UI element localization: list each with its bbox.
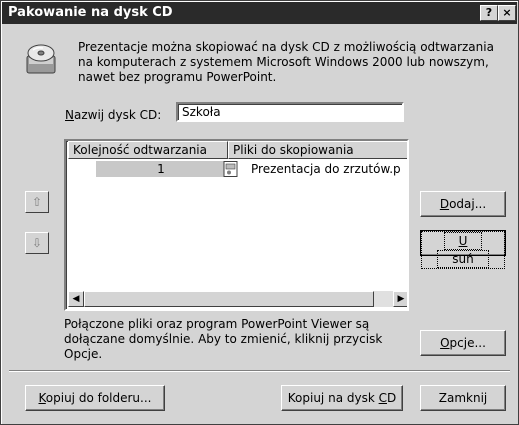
scroll-left-icon[interactable]: ◀ (68, 291, 84, 307)
add-button[interactable]: Dodaj... (420, 191, 506, 217)
cd-package-icon (26, 44, 56, 74)
remove-button[interactable]: Usuń (420, 230, 506, 269)
copy-to-cd-button[interactable]: Kopiuj na dysk CD (281, 385, 403, 411)
help-button[interactable]: ? (480, 5, 498, 21)
files-list[interactable]: Kolejność odtwarzania Pliki do skopiowan… (64, 139, 409, 311)
row-file[interactable]: Prezentacja do zrzutów.p (251, 161, 401, 177)
close-button[interactable]: Zamknij (420, 385, 506, 411)
arrow-up-icon: ⇧ (31, 195, 43, 209)
package-for-cd-dialog: Pakowanie na dysk CD ? × Prezentacje moż… (0, 0, 519, 425)
window-title: Pakowanie na dysk CD (8, 5, 173, 20)
options-button[interactable]: Opcje... (420, 330, 506, 356)
note-text: Połączone pliki oraz program PowerPoint … (64, 317, 383, 361)
cd-name-label: Nazwij dysk CD: (65, 108, 162, 122)
info-text: Prezentacje można skopiować na dysk CD z… (78, 40, 494, 84)
row-order[interactable]: 1 (96, 161, 226, 177)
arrow-down-icon: ⇩ (31, 236, 43, 250)
copy-to-folder-button[interactable]: Kopiuj do folderu... (25, 385, 165, 411)
cd-name-input[interactable] (176, 102, 404, 122)
scroll-thumb[interactable] (84, 291, 374, 307)
column-header-files[interactable]: Pliki do skopiowania (228, 141, 407, 159)
title-bar: Pakowanie na dysk CD ? × (2, 2, 517, 24)
horizontal-scrollbar[interactable]: ◀ ▶ (68, 291, 407, 307)
powerpoint-file-icon (223, 161, 238, 177)
scroll-right-icon[interactable]: ▶ (393, 291, 407, 307)
move-down-button[interactable]: ⇩ (25, 232, 49, 254)
close-window-button[interactable]: × (498, 5, 516, 21)
separator (9, 370, 510, 372)
column-header-order[interactable]: Kolejność odtwarzania (68, 141, 228, 159)
move-up-button[interactable]: ⇧ (25, 191, 49, 213)
